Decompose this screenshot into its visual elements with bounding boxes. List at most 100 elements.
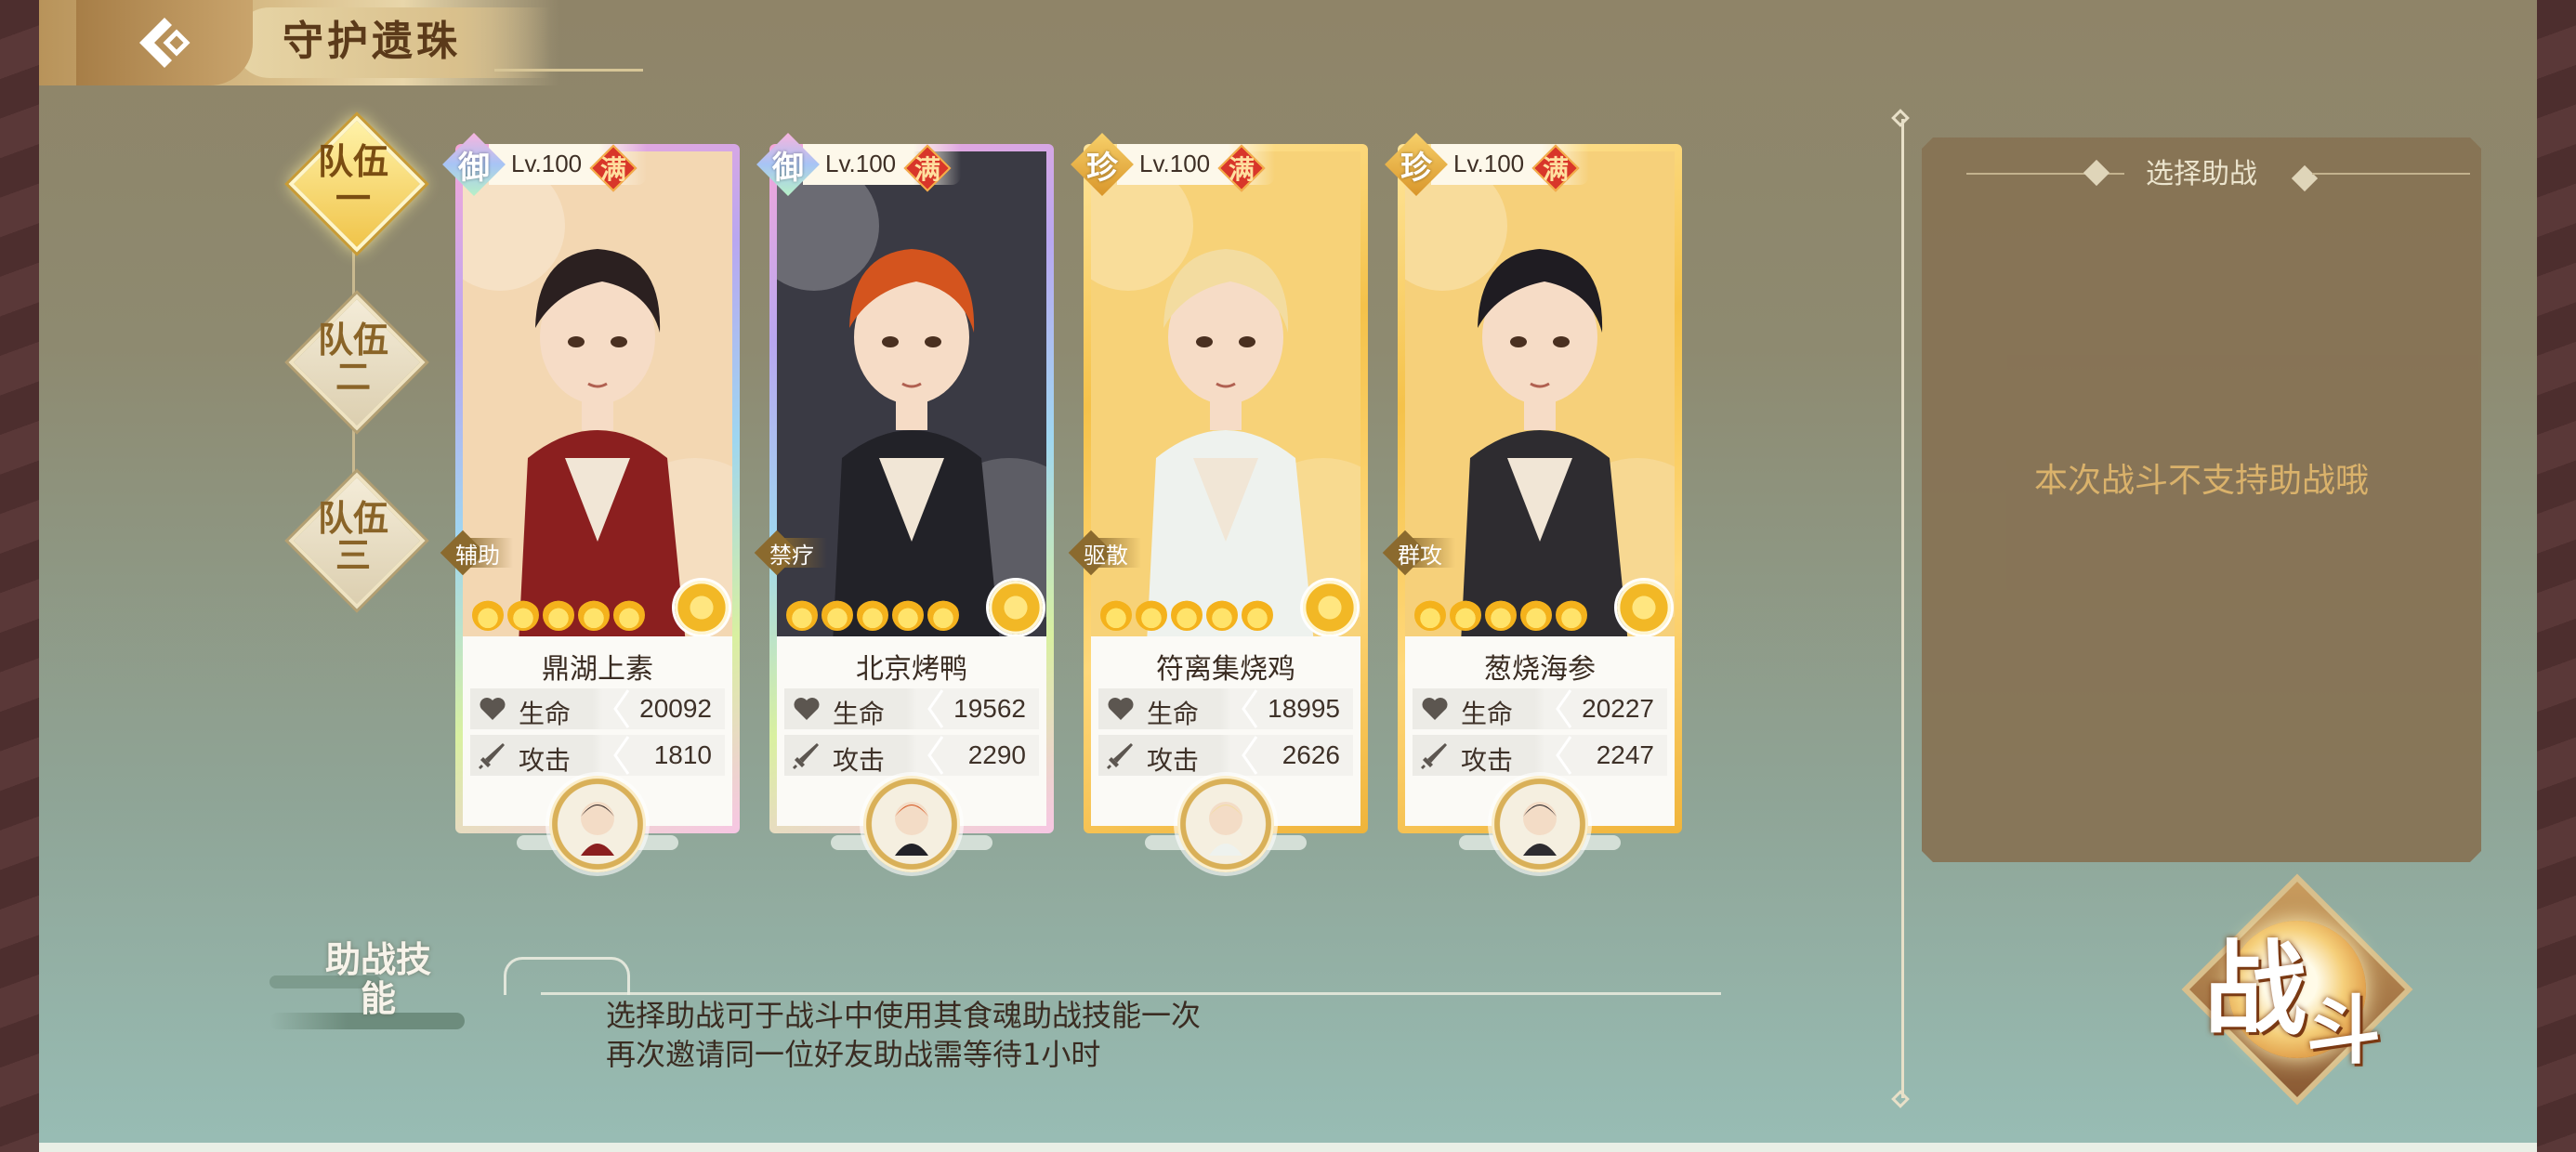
star-rating bbox=[1414, 599, 1587, 631]
sword-icon bbox=[1107, 743, 1133, 769]
role-tag: 群攻 bbox=[1382, 530, 1455, 576]
heart-icon bbox=[794, 698, 820, 720]
attack-value: 2247 bbox=[1596, 740, 1654, 769]
grade-badge: 御 bbox=[756, 133, 820, 196]
grade-badge: 御 bbox=[442, 133, 506, 196]
grade-badge: 珍 bbox=[1385, 133, 1448, 196]
tab-team-1-label: 队伍一 bbox=[317, 140, 388, 219]
tab-team-2[interactable]: 队伍二 bbox=[288, 294, 426, 431]
star-icon bbox=[821, 599, 853, 631]
fight-label-2: 斗 bbox=[2307, 987, 2381, 1074]
character-card[interactable]: 御 Lv.100 满 辅助 鼎湖上素 生命 20092 攻击 1810 bbox=[440, 133, 740, 872]
sword-icon bbox=[1421, 743, 1447, 769]
card-level: Lv.100 bbox=[1139, 150, 1211, 177]
star-rating bbox=[472, 599, 645, 631]
character-card[interactable]: 珍 Lv.100 满 群攻 葱烧海参 生命 20227 攻击 2247 bbox=[1382, 133, 1682, 872]
vertical-divider bbox=[1901, 119, 1904, 1098]
attack-value: 1810 bbox=[653, 740, 712, 769]
attack-value: 2626 bbox=[1281, 740, 1340, 769]
tab-team-3-label: 队伍三 bbox=[317, 497, 388, 576]
star-icon bbox=[1450, 599, 1481, 631]
hp-value: 20227 bbox=[1582, 694, 1654, 723]
stat-hp: 生命 19562 bbox=[784, 688, 1039, 729]
role-label: 辅助 bbox=[455, 542, 500, 569]
flower-emblem-icon bbox=[1617, 581, 1671, 635]
grade-label: 御 bbox=[458, 149, 490, 187]
flower-emblem-icon bbox=[675, 581, 729, 635]
grade-label: 御 bbox=[772, 149, 804, 187]
star-icon bbox=[892, 599, 924, 631]
grade-label: 珍 bbox=[1086, 149, 1118, 187]
flower-emblem-icon bbox=[1303, 581, 1357, 635]
role-label: 驱散 bbox=[1084, 542, 1128, 569]
tab-team-2-label: 队伍二 bbox=[317, 319, 388, 398]
hp-value: 18995 bbox=[1268, 694, 1340, 723]
fight-button[interactable]: 战 斗 bbox=[2176, 869, 2418, 1110]
star-icon bbox=[1171, 599, 1203, 631]
star-icon bbox=[578, 599, 610, 631]
support-unavailable-message: 本次战斗不支持助战哦 bbox=[2033, 462, 2369, 500]
sword-icon bbox=[479, 743, 505, 769]
character-name: 北京烤鸭 bbox=[856, 653, 967, 686]
back-button[interactable] bbox=[76, 0, 253, 85]
hp-value: 20092 bbox=[639, 694, 712, 723]
companion-avatar[interactable] bbox=[549, 776, 646, 872]
star-icon bbox=[613, 599, 645, 631]
star-rating bbox=[786, 599, 959, 631]
card-level: Lv.100 bbox=[1453, 150, 1525, 177]
help-divider bbox=[541, 992, 1721, 995]
help-description: 选择助战可于战斗中使用其食魂助战技能一次 再次邀请同一位好友助战需等待1小时 bbox=[606, 996, 1201, 1074]
max-level-badge: 满 bbox=[589, 144, 637, 192]
role-tag: 辅助 bbox=[440, 530, 513, 576]
heart-icon bbox=[1108, 698, 1134, 720]
star-icon bbox=[507, 599, 539, 631]
star-icon bbox=[786, 599, 818, 631]
star-icon bbox=[472, 599, 504, 631]
sword-icon bbox=[793, 743, 819, 769]
support-title: 选择助战 bbox=[2146, 158, 2257, 190]
support-panel[interactable]: 选择助战 本次战斗不支持助战哦 bbox=[1922, 137, 2481, 862]
header-rule bbox=[494, 69, 643, 72]
grade-label: 珍 bbox=[1400, 149, 1432, 187]
attack-value: 2290 bbox=[967, 740, 1026, 769]
character-name: 葱烧海参 bbox=[1484, 653, 1596, 686]
star-icon bbox=[1485, 599, 1517, 631]
stat-attack: 攻击 2626 bbox=[1098, 735, 1353, 776]
left-frame bbox=[0, 0, 39, 1152]
character-card[interactable]: 珍 Lv.100 满 驱散 符离集烧鸡 生命 18995 攻击 2626 bbox=[1068, 133, 1368, 872]
card-level: Lv.100 bbox=[511, 150, 583, 177]
role-label: 禁疗 bbox=[769, 542, 814, 569]
stat-attack: 攻击 1810 bbox=[470, 735, 725, 776]
role-tag: 驱散 bbox=[1068, 530, 1141, 576]
game-stage: 守护遗珠 队伍一 队伍二 队伍三 御 Lv.100 满 辅助 鼎湖上素 生命 2… bbox=[39, 0, 2537, 1152]
card-level: Lv.100 bbox=[825, 150, 897, 177]
back-arrow-icon bbox=[139, 18, 191, 68]
companion-avatar[interactable] bbox=[1492, 776, 1588, 872]
star-icon bbox=[1556, 599, 1587, 631]
help-line-1: 选择助战可于战斗中使用其食魂助战技能一次 bbox=[606, 998, 1202, 1033]
max-level-badge: 满 bbox=[1531, 144, 1580, 192]
character-card[interactable]: 御 Lv.100 满 禁疗 北京烤鸭 生命 19562 攻击 2290 bbox=[754, 133, 1054, 872]
star-icon bbox=[857, 599, 888, 631]
max-level-badge: 满 bbox=[903, 144, 952, 192]
page-title: 守护遗珠 bbox=[283, 18, 461, 65]
tab-team-3[interactable]: 队伍三 bbox=[288, 472, 426, 609]
companion-avatar[interactable] bbox=[1177, 776, 1274, 872]
stat-attack: 攻击 2247 bbox=[1413, 735, 1667, 776]
heart-icon bbox=[480, 698, 506, 720]
stat-hp: 生命 20227 bbox=[1413, 688, 1667, 729]
role-tag: 禁疗 bbox=[754, 530, 827, 576]
star-icon bbox=[927, 599, 959, 631]
star-icon bbox=[1414, 599, 1446, 631]
grade-badge: 珍 bbox=[1071, 133, 1134, 196]
cloud-ornament-icon bbox=[504, 957, 630, 995]
right-frame bbox=[2537, 0, 2576, 1152]
stat-attack: 攻击 2290 bbox=[784, 735, 1039, 776]
companion-avatar[interactable] bbox=[863, 776, 960, 872]
star-icon bbox=[1206, 599, 1238, 631]
heart-icon bbox=[1422, 698, 1448, 720]
star-icon bbox=[1242, 599, 1273, 631]
star-icon bbox=[1520, 599, 1552, 631]
tab-team-1[interactable]: 队伍一 bbox=[288, 115, 426, 253]
star-icon bbox=[1100, 599, 1132, 631]
